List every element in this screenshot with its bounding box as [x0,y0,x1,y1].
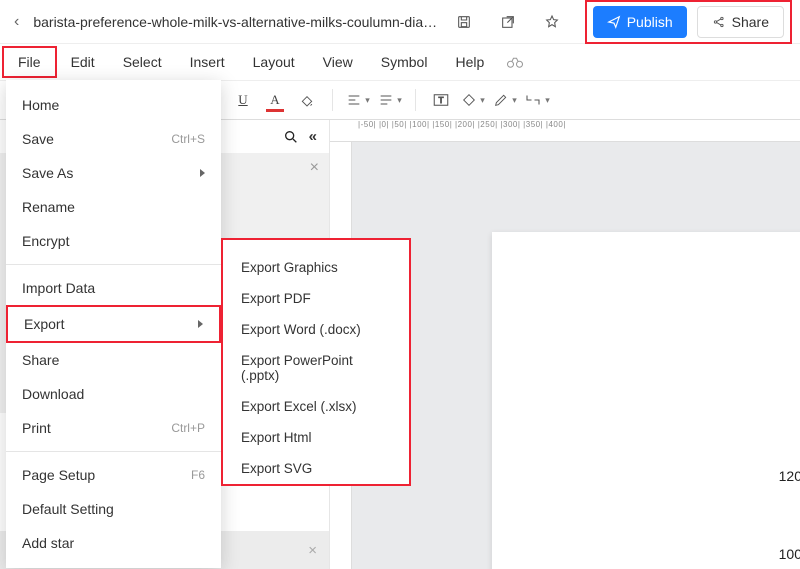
file-menu-import-data[interactable]: Import Data [6,271,221,305]
connector-icon[interactable]: ▾ [524,87,550,113]
menu-select[interactable]: Select [109,48,176,76]
star-icon[interactable] [539,9,565,35]
binoculars-icon[interactable] [500,51,530,73]
file-menu-encrypt[interactable]: Encrypt [6,224,221,258]
export-graphics[interactable]: Export Graphics [223,252,409,283]
file-menu-page-setup[interactable]: Page SetupF6 [6,458,221,492]
align-h-icon[interactable]: ▾ [345,87,371,113]
document-title: barista-preference-whole-milk-vs-alterna… [29,14,446,30]
panel-close-icon[interactable]: × [310,159,319,177]
file-menu-download[interactable]: Download [6,377,221,411]
file-menu-dropdown: Home SaveCtrl+S Save As Rename Encrypt I… [6,80,221,568]
publish-share-group: Publish Share [585,0,792,44]
share-label: Share [732,14,769,30]
publish-button[interactable]: Publish [593,6,687,38]
menu-file[interactable]: File [2,46,57,78]
menubar: File Edit Select Insert Layout View Symb… [0,44,800,80]
fill-color-icon[interactable] [294,87,320,113]
export-pdf[interactable]: Export PDF [223,283,409,314]
file-menu-default-setting[interactable]: Default Setting [6,492,221,526]
file-menu-print[interactable]: PrintCtrl+P [6,411,221,445]
file-menu-save-as[interactable]: Save As [6,156,221,190]
text-box-icon[interactable]: T [428,87,454,113]
save-icon[interactable] [451,9,477,35]
share-button[interactable]: Share [697,6,784,38]
panel-collapse-icon[interactable]: « [309,128,317,145]
menu-layout[interactable]: Layout [239,48,309,76]
svg-text:T: T [438,96,443,105]
chart-page[interactable]: 120 100 80 [492,232,800,569]
export-html[interactable]: Export Html [223,422,409,453]
panel-search-icon[interactable] [283,129,299,145]
menu-symbol[interactable]: Symbol [367,48,442,76]
ruler-horizontal: |-50| |0| |50| |100| |150| |200| |250| |… [330,120,800,142]
export-word[interactable]: Export Word (.docx) [223,314,409,345]
export-submenu: Export Graphics Export PDF Export Word (… [221,238,411,486]
align-v-icon[interactable]: ▾ [377,87,403,113]
canvas[interactable]: 120 100 80 [352,142,800,569]
shape-fill-icon[interactable]: ▾ [460,87,486,113]
text-color-icon[interactable]: A [262,87,288,113]
menu-insert[interactable]: Insert [176,48,239,76]
file-menu-share[interactable]: Share [6,343,221,377]
accordion-close-icon[interactable]: × [308,542,317,559]
file-menu-export[interactable]: Export [6,305,221,343]
menu-edit[interactable]: Edit [57,48,109,76]
pen-icon[interactable]: ▾ [492,87,518,113]
file-menu-rename[interactable]: Rename [6,190,221,224]
file-menu-home[interactable]: Home [6,88,221,122]
menu-view[interactable]: View [309,48,367,76]
export-excel[interactable]: Export Excel (.xlsx) [223,391,409,422]
file-menu-save[interactable]: SaveCtrl+S [6,122,221,156]
underline-icon[interactable]: U [230,87,256,113]
export-svg[interactable]: Export SVG [223,453,409,484]
back-icon[interactable]: ‹ [8,9,25,35]
chevron-right-icon [200,169,205,177]
chevron-right-icon [198,320,203,328]
menu-help[interactable]: Help [441,48,498,76]
y-tick-label: 120 [779,468,800,484]
y-tick-label: 100 [779,546,800,562]
publish-label: Publish [627,14,673,30]
export-powerpoint[interactable]: Export PowerPoint (.pptx) [223,345,409,391]
open-external-icon[interactable] [495,9,521,35]
file-menu-add-star[interactable]: Add star [6,526,221,560]
